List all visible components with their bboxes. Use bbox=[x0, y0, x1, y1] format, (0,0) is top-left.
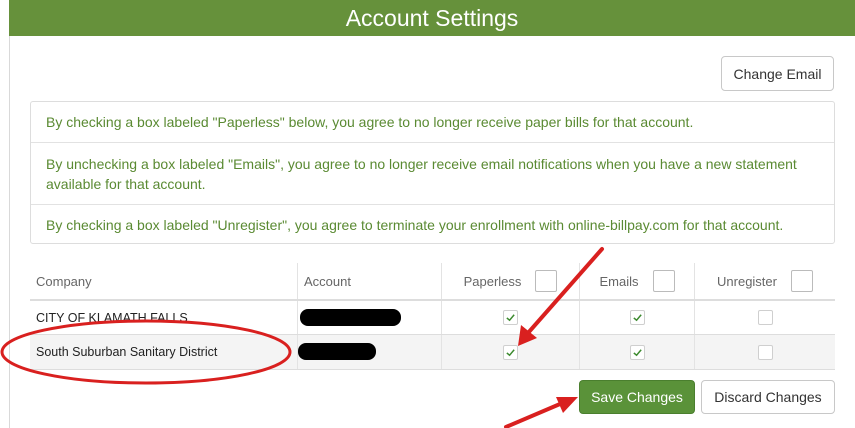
table-header-row: Company Account Paperless Emails Unregis… bbox=[30, 263, 835, 301]
table-row: CITY OF KLAMATH FALLS bbox=[30, 301, 835, 335]
terms-notice-box: By checking a box labeled "Paperless" be… bbox=[30, 101, 835, 244]
change-email-button[interactable]: Change Email bbox=[721, 56, 834, 91]
column-header-paperless-label: Paperless bbox=[463, 273, 522, 289]
column-header-emails-label: Emails bbox=[599, 273, 639, 289]
unregister-select-all-checkbox[interactable] bbox=[790, 270, 813, 292]
emails-checkbox[interactable] bbox=[629, 344, 645, 360]
column-header-unregister-label: Unregister bbox=[717, 273, 777, 289]
check-icon bbox=[632, 314, 642, 322]
check-icon bbox=[506, 314, 515, 322]
account-redaction bbox=[298, 343, 376, 360]
column-header-emails: Emails bbox=[579, 263, 694, 299]
check-icon bbox=[632, 348, 642, 356]
paperless-select-all-checkbox[interactable] bbox=[535, 270, 558, 292]
emails-notice: By unchecking a box labeled "Emails", yo… bbox=[31, 143, 834, 205]
paperless-cell bbox=[441, 301, 579, 334]
unregister-cell bbox=[694, 335, 835, 369]
paperless-checkbox[interactable] bbox=[503, 344, 518, 360]
page-title: Account Settings bbox=[345, 4, 519, 31]
unregister-cell bbox=[694, 301, 835, 334]
column-header-account: Account bbox=[297, 263, 441, 299]
check-icon bbox=[506, 348, 515, 356]
emails-cell bbox=[579, 301, 694, 334]
emails-cell bbox=[579, 335, 694, 369]
paperless-notice: By checking a box labeled "Paperless" be… bbox=[31, 102, 834, 143]
table-row: South Suburban Sanitary District bbox=[30, 335, 835, 370]
paperless-checkbox[interactable] bbox=[503, 310, 518, 325]
paperless-cell bbox=[441, 335, 579, 369]
unregister-checkbox[interactable] bbox=[757, 310, 773, 325]
company-name: CITY OF KLAMATH FALLS bbox=[36, 310, 188, 325]
column-header-paperless: Paperless bbox=[441, 263, 579, 299]
save-changes-button[interactable]: Save Changes bbox=[579, 380, 695, 414]
accounts-table: Company Account Paperless Emails Unregis… bbox=[30, 263, 835, 371]
page-header: Account Settings bbox=[9, 0, 855, 36]
unregister-notice: By checking a box labeled "Unregister", … bbox=[46, 216, 784, 233]
discard-changes-button[interactable]: Discard Changes bbox=[701, 380, 835, 414]
account-redaction bbox=[300, 309, 401, 326]
emails-select-all-checkbox[interactable] bbox=[652, 270, 675, 292]
column-header-company: Company bbox=[36, 273, 92, 289]
unregister-checkbox[interactable] bbox=[757, 344, 773, 360]
company-name: South Suburban Sanitary District bbox=[36, 345, 218, 359]
emails-checkbox[interactable] bbox=[629, 310, 645, 325]
column-header-unregister: Unregister bbox=[694, 263, 835, 299]
